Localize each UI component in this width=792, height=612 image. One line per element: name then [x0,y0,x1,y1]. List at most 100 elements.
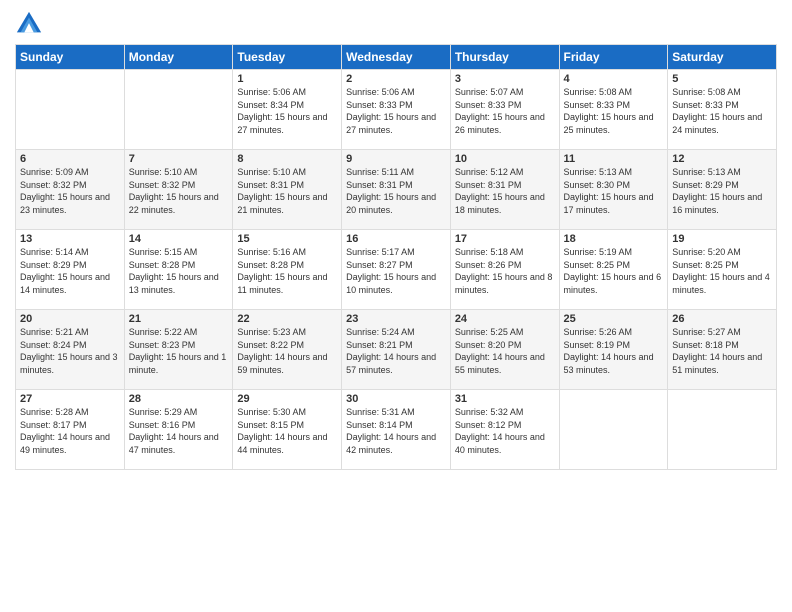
week-row-5: 27Sunrise: 5:28 AM Sunset: 8:17 PM Dayli… [16,390,777,470]
day-info: Sunrise: 5:10 AM Sunset: 8:32 PM Dayligh… [129,166,229,216]
calendar: SundayMondayTuesdayWednesdayThursdayFrid… [15,44,777,470]
day-number: 7 [129,153,229,165]
day-number: 8 [237,153,337,165]
day-cell: 28Sunrise: 5:29 AM Sunset: 8:16 PM Dayli… [124,390,233,470]
day-info: Sunrise: 5:12 AM Sunset: 8:31 PM Dayligh… [455,166,555,216]
day-cell: 16Sunrise: 5:17 AM Sunset: 8:27 PM Dayli… [342,230,451,310]
header [15,10,777,38]
day-cell [124,70,233,150]
day-info: Sunrise: 5:28 AM Sunset: 8:17 PM Dayligh… [20,406,120,456]
day-cell: 31Sunrise: 5:32 AM Sunset: 8:12 PM Dayli… [450,390,559,470]
day-cell: 10Sunrise: 5:12 AM Sunset: 8:31 PM Dayli… [450,150,559,230]
day-number: 2 [346,73,446,85]
day-cell: 9Sunrise: 5:11 AM Sunset: 8:31 PM Daylig… [342,150,451,230]
day-cell: 13Sunrise: 5:14 AM Sunset: 8:29 PM Dayli… [16,230,125,310]
day-info: Sunrise: 5:07 AM Sunset: 8:33 PM Dayligh… [455,86,555,136]
day-info: Sunrise: 5:10 AM Sunset: 8:31 PM Dayligh… [237,166,337,216]
day-cell: 20Sunrise: 5:21 AM Sunset: 8:24 PM Dayli… [16,310,125,390]
day-number: 15 [237,233,337,245]
day-number: 21 [129,313,229,325]
day-cell: 25Sunrise: 5:26 AM Sunset: 8:19 PM Dayli… [559,310,668,390]
day-cell: 4Sunrise: 5:08 AM Sunset: 8:33 PM Daylig… [559,70,668,150]
day-info: Sunrise: 5:09 AM Sunset: 8:32 PM Dayligh… [20,166,120,216]
day-number: 5 [672,73,772,85]
weekday-header-saturday: Saturday [668,45,777,70]
day-number: 27 [20,393,120,405]
day-info: Sunrise: 5:13 AM Sunset: 8:30 PM Dayligh… [564,166,664,216]
day-number: 19 [672,233,772,245]
day-cell: 30Sunrise: 5:31 AM Sunset: 8:14 PM Dayli… [342,390,451,470]
day-info: Sunrise: 5:27 AM Sunset: 8:18 PM Dayligh… [672,326,772,376]
day-cell: 29Sunrise: 5:30 AM Sunset: 8:15 PM Dayli… [233,390,342,470]
day-cell: 7Sunrise: 5:10 AM Sunset: 8:32 PM Daylig… [124,150,233,230]
day-cell: 24Sunrise: 5:25 AM Sunset: 8:20 PM Dayli… [450,310,559,390]
day-number: 14 [129,233,229,245]
day-info: Sunrise: 5:32 AM Sunset: 8:12 PM Dayligh… [455,406,555,456]
page: SundayMondayTuesdayWednesdayThursdayFrid… [0,0,792,612]
day-cell: 2Sunrise: 5:06 AM Sunset: 8:33 PM Daylig… [342,70,451,150]
day-number: 4 [564,73,664,85]
day-number: 9 [346,153,446,165]
day-info: Sunrise: 5:25 AM Sunset: 8:20 PM Dayligh… [455,326,555,376]
day-number: 31 [455,393,555,405]
day-cell: 5Sunrise: 5:08 AM Sunset: 8:33 PM Daylig… [668,70,777,150]
day-number: 18 [564,233,664,245]
weekday-header-thursday: Thursday [450,45,559,70]
day-number: 24 [455,313,555,325]
week-row-2: 6Sunrise: 5:09 AM Sunset: 8:32 PM Daylig… [16,150,777,230]
day-cell: 17Sunrise: 5:18 AM Sunset: 8:26 PM Dayli… [450,230,559,310]
day-number: 3 [455,73,555,85]
day-number: 20 [20,313,120,325]
day-info: Sunrise: 5:22 AM Sunset: 8:23 PM Dayligh… [129,326,229,376]
day-number: 11 [564,153,664,165]
day-cell: 19Sunrise: 5:20 AM Sunset: 8:25 PM Dayli… [668,230,777,310]
day-number: 16 [346,233,446,245]
day-cell: 27Sunrise: 5:28 AM Sunset: 8:17 PM Dayli… [16,390,125,470]
weekday-header-tuesday: Tuesday [233,45,342,70]
day-cell: 26Sunrise: 5:27 AM Sunset: 8:18 PM Dayli… [668,310,777,390]
day-info: Sunrise: 5:19 AM Sunset: 8:25 PM Dayligh… [564,246,664,296]
day-info: Sunrise: 5:17 AM Sunset: 8:27 PM Dayligh… [346,246,446,296]
day-info: Sunrise: 5:16 AM Sunset: 8:28 PM Dayligh… [237,246,337,296]
day-cell: 22Sunrise: 5:23 AM Sunset: 8:22 PM Dayli… [233,310,342,390]
day-info: Sunrise: 5:15 AM Sunset: 8:28 PM Dayligh… [129,246,229,296]
day-info: Sunrise: 5:18 AM Sunset: 8:26 PM Dayligh… [455,246,555,296]
weekday-header-monday: Monday [124,45,233,70]
day-cell: 23Sunrise: 5:24 AM Sunset: 8:21 PM Dayli… [342,310,451,390]
day-cell: 18Sunrise: 5:19 AM Sunset: 8:25 PM Dayli… [559,230,668,310]
day-info: Sunrise: 5:06 AM Sunset: 8:34 PM Dayligh… [237,86,337,136]
day-cell: 14Sunrise: 5:15 AM Sunset: 8:28 PM Dayli… [124,230,233,310]
day-number: 12 [672,153,772,165]
day-number: 26 [672,313,772,325]
weekday-header-row: SundayMondayTuesdayWednesdayThursdayFrid… [16,45,777,70]
day-info: Sunrise: 5:08 AM Sunset: 8:33 PM Dayligh… [672,86,772,136]
day-number: 6 [20,153,120,165]
logo [15,10,47,38]
logo-icon [15,10,43,38]
day-cell: 11Sunrise: 5:13 AM Sunset: 8:30 PM Dayli… [559,150,668,230]
day-info: Sunrise: 5:20 AM Sunset: 8:25 PM Dayligh… [672,246,772,296]
weekday-header-sunday: Sunday [16,45,125,70]
day-info: Sunrise: 5:24 AM Sunset: 8:21 PM Dayligh… [346,326,446,376]
day-cell: 3Sunrise: 5:07 AM Sunset: 8:33 PM Daylig… [450,70,559,150]
day-cell [668,390,777,470]
day-info: Sunrise: 5:06 AM Sunset: 8:33 PM Dayligh… [346,86,446,136]
day-cell [16,70,125,150]
day-number: 28 [129,393,229,405]
day-cell: 1Sunrise: 5:06 AM Sunset: 8:34 PM Daylig… [233,70,342,150]
day-info: Sunrise: 5:30 AM Sunset: 8:15 PM Dayligh… [237,406,337,456]
day-info: Sunrise: 5:11 AM Sunset: 8:31 PM Dayligh… [346,166,446,216]
day-info: Sunrise: 5:14 AM Sunset: 8:29 PM Dayligh… [20,246,120,296]
day-info: Sunrise: 5:29 AM Sunset: 8:16 PM Dayligh… [129,406,229,456]
day-info: Sunrise: 5:26 AM Sunset: 8:19 PM Dayligh… [564,326,664,376]
day-cell: 21Sunrise: 5:22 AM Sunset: 8:23 PM Dayli… [124,310,233,390]
day-info: Sunrise: 5:31 AM Sunset: 8:14 PM Dayligh… [346,406,446,456]
day-number: 30 [346,393,446,405]
week-row-1: 1Sunrise: 5:06 AM Sunset: 8:34 PM Daylig… [16,70,777,150]
day-info: Sunrise: 5:13 AM Sunset: 8:29 PM Dayligh… [672,166,772,216]
day-number: 1 [237,73,337,85]
day-number: 25 [564,313,664,325]
day-number: 10 [455,153,555,165]
week-row-4: 20Sunrise: 5:21 AM Sunset: 8:24 PM Dayli… [16,310,777,390]
day-cell: 8Sunrise: 5:10 AM Sunset: 8:31 PM Daylig… [233,150,342,230]
